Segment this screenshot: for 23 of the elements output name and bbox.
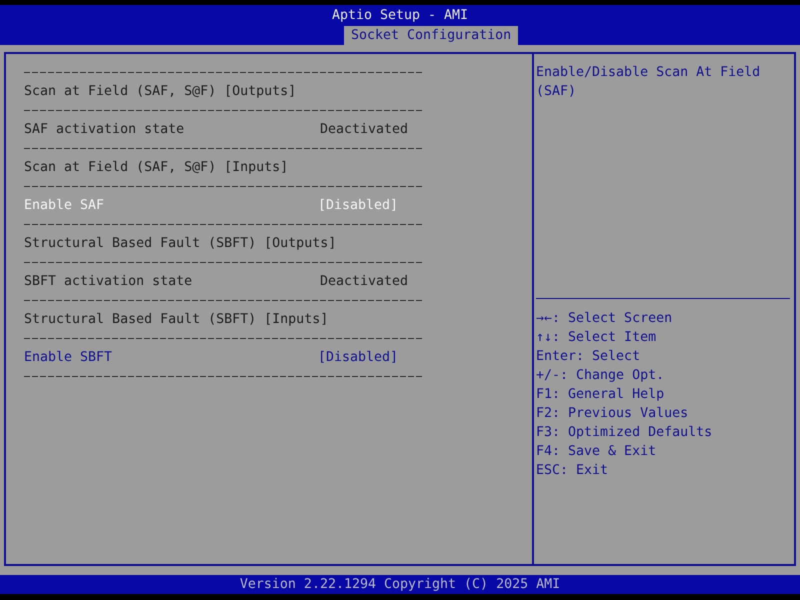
key-hint: ESC: Exit	[536, 462, 608, 480]
section-heading: Structural Based Fault (SBFT) [Outputs]	[24, 235, 336, 253]
setting-label: SAF activation state	[24, 121, 184, 139]
key-hint: F2: Previous Values	[536, 405, 688, 423]
menu-tab[interactable]: Socket Configuration	[344, 26, 518, 45]
key-hint: F4: Save & Exit	[536, 443, 656, 461]
section-heading: Structural Based Fault (SBFT) [Inputs]	[24, 311, 328, 329]
window-title: Aptio Setup - AMI	[332, 6, 468, 24]
help-text: Enable/Disable Scan At Field (SAF)	[536, 64, 762, 101]
option-value[interactable]: [Disabled]	[318, 348, 398, 367]
setting-label: SBFT activation state	[24, 273, 192, 291]
setting-value: Deactivated	[320, 121, 408, 139]
key-hint: Enter: Select	[536, 348, 640, 366]
section-heading: Scan at Field (SAF, S@F) [Outputs]	[24, 83, 296, 101]
section-heading: Scan at Field (SAF, S@F) [Inputs]	[24, 159, 288, 177]
key-hint: ↑↓: Select Item	[536, 329, 656, 347]
key-hint: +/-: Change Opt.	[536, 367, 664, 385]
menu-item[interactable]: Enable SBFT	[24, 348, 112, 367]
key-hint: F3: Optimized Defaults	[536, 424, 712, 442]
version-text: Version 2.22.1294 Copyright (C) 2025 AMI	[240, 576, 560, 594]
key-hint: F1: General Help	[536, 386, 664, 404]
setting-value: Deactivated	[320, 273, 408, 291]
key-hint: →←: Select Screen	[536, 310, 672, 328]
